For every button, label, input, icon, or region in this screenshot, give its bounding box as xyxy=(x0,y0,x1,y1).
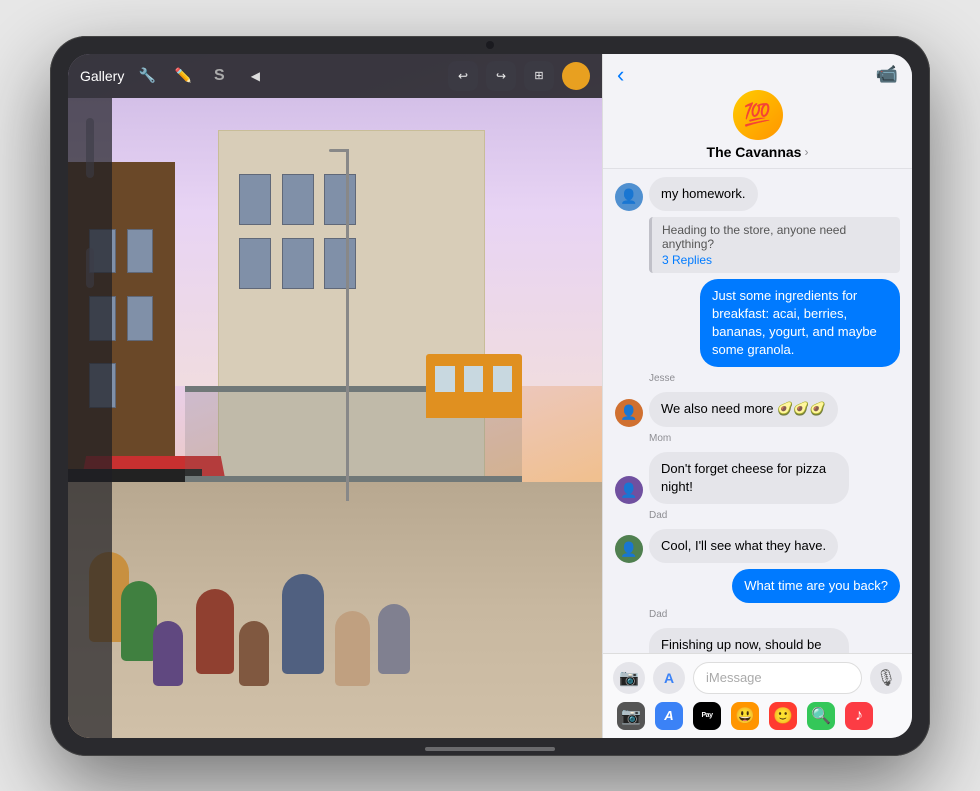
sender-label-dad: Dad xyxy=(615,510,900,521)
app-store-button[interactable]: A xyxy=(653,662,685,694)
sender-label-mom: Mom xyxy=(615,433,900,444)
imessage-input[interactable]: iMessage xyxy=(693,662,862,694)
avatar-1: 👤 xyxy=(615,183,643,211)
person-8 xyxy=(378,604,410,674)
redo-icon[interactable]: ↪ xyxy=(486,61,516,91)
brush-size-tool[interactable] xyxy=(86,248,94,288)
ipad-camera xyxy=(486,41,494,49)
message-row-dad2: 👤 Finishing up now, should be home in 10… xyxy=(615,628,900,652)
window-6 xyxy=(324,238,356,289)
messages-nav-row: ‹ 📹 xyxy=(617,64,898,86)
audio-button[interactable]: 🎙 xyxy=(870,662,902,694)
undo-icon[interactable]: ↩ xyxy=(448,61,478,91)
drawing-app: Gallery 🔧 ✏️ S ◀ ↩ ↪ ⊞ xyxy=(68,54,602,738)
window-3 xyxy=(324,174,356,225)
messages-panel: ‹ 📹 💯 The Cavannas › 👤 my homework. xyxy=(602,54,912,738)
thread-indicator[interactable]: Heading to the store, anyone need anythi… xyxy=(649,217,900,273)
drawing-toolbar: Gallery 🔧 ✏️ S ◀ ↩ ↪ ⊞ xyxy=(68,54,602,98)
ipad-device: Gallery 🔧 ✏️ S ◀ ↩ ↪ ⊞ xyxy=(50,36,930,756)
message-row-dad: 👤 Cool, I'll see what they have. xyxy=(615,529,900,563)
group-name-label: The Cavannas xyxy=(707,144,802,160)
person-2 xyxy=(121,581,157,661)
win-left-4 xyxy=(127,229,154,274)
message-row: 👤 my homework. xyxy=(615,177,900,211)
memoji-icon[interactable]: 🙂 xyxy=(769,702,797,730)
pencil-icon[interactable]: ✏️ xyxy=(170,63,196,89)
ipad-screen: Gallery 🔧 ✏️ S ◀ ↩ ↪ ⊞ xyxy=(68,54,912,738)
home-bar xyxy=(425,747,555,751)
window-4 xyxy=(239,238,271,289)
message-bubble-dad: Cool, I'll see what they have. xyxy=(649,529,838,563)
messages-input-bar: 📷 A iMessage 🎙 📷 A Pay 😃 🙂 🔍 ♪ xyxy=(603,653,912,738)
side-toolbar xyxy=(68,98,112,738)
ipad-top-bar xyxy=(460,36,520,54)
group-chevron-icon: › xyxy=(804,145,808,159)
group-name-row[interactable]: The Cavannas › xyxy=(707,144,809,160)
gallery-button[interactable]: Gallery xyxy=(80,68,124,84)
imessage-placeholder: iMessage xyxy=(706,670,762,685)
message-row-mom: 👤 Don't forget cheese for pizza night! xyxy=(615,452,900,504)
thread-text: Heading to the store, anyone need anythi… xyxy=(662,223,890,251)
music-app-icon[interactable]: ♪ xyxy=(845,702,873,730)
app-icons-row: 📷 A Pay 😃 🙂 🔍 ♪ xyxy=(613,702,902,730)
person-7 xyxy=(335,611,370,686)
win-left-5 xyxy=(127,296,154,341)
message-bubble-outgoing: Just some ingredients for breakfast: aca… xyxy=(700,279,900,368)
person-6 xyxy=(282,574,324,674)
tram xyxy=(426,354,522,418)
avatar-dad: 👤 xyxy=(615,535,643,563)
smudge-icon[interactable]: S xyxy=(206,63,232,89)
avatar-mom: 👤 xyxy=(615,476,643,504)
wrench-icon[interactable]: 🔧 xyxy=(134,63,160,89)
header-icons: 📹 xyxy=(876,64,898,85)
eraser-icon[interactable]: ◀ xyxy=(242,63,268,89)
message-bubble-outgoing2: What time are you back? xyxy=(732,569,900,603)
store-app-icon[interactable]: A xyxy=(655,702,683,730)
camera-button[interactable]: 📷 xyxy=(613,662,645,694)
input-row: 📷 A iMessage 🎙 xyxy=(613,662,902,694)
message-bubble-mom: Don't forget cheese for pizza night! xyxy=(649,452,849,504)
color-picker[interactable] xyxy=(562,62,590,90)
window-1 xyxy=(239,174,271,225)
person-4 xyxy=(196,589,234,674)
sender-label-dad2: Dad xyxy=(615,609,900,620)
selection-icon[interactable]: ⊞ xyxy=(524,61,554,91)
messages-back-button[interactable]: ‹ xyxy=(617,64,624,86)
message-row-outgoing: Just some ingredients for breakfast: aca… xyxy=(615,279,900,368)
message-bubble: my homework. xyxy=(649,177,758,211)
message-row-outgoing2: What time are you back? xyxy=(615,569,900,603)
window-2 xyxy=(282,174,314,225)
messages-header: ‹ 📹 💯 The Cavannas › xyxy=(603,54,912,169)
message-bubble-jesse: We also need more 🥑🥑🥑 xyxy=(649,392,838,426)
group-avatar[interactable]: 💯 xyxy=(733,90,783,140)
brush-opacity-tool[interactable] xyxy=(86,118,94,178)
message-row-jesse: 👤 We also need more 🥑🥑🥑 xyxy=(615,392,900,426)
person-3 xyxy=(153,621,183,686)
messages-body[interactable]: 👤 my homework. Heading to the store, any… xyxy=(603,169,912,653)
search-app-icon[interactable]: 🔍 xyxy=(807,702,835,730)
thread-replies-label[interactable]: 3 Replies xyxy=(662,253,890,267)
street-scene-illustration xyxy=(68,98,602,738)
applepay-icon[interactable]: Pay xyxy=(693,702,721,730)
camera-app-icon[interactable]: 📷 xyxy=(617,702,645,730)
animoji-icon[interactable]: 😃 xyxy=(731,702,759,730)
person-5 xyxy=(239,621,269,686)
avatar-jesse: 👤 xyxy=(615,399,643,427)
message-bubble-dad2: Finishing up now, should be home in 10 m… xyxy=(649,628,849,652)
sender-label-jesse: Jesse xyxy=(615,373,900,384)
lamppost xyxy=(346,149,349,501)
video-call-icon[interactable]: 📹 xyxy=(876,64,898,85)
window-5 xyxy=(282,238,314,289)
